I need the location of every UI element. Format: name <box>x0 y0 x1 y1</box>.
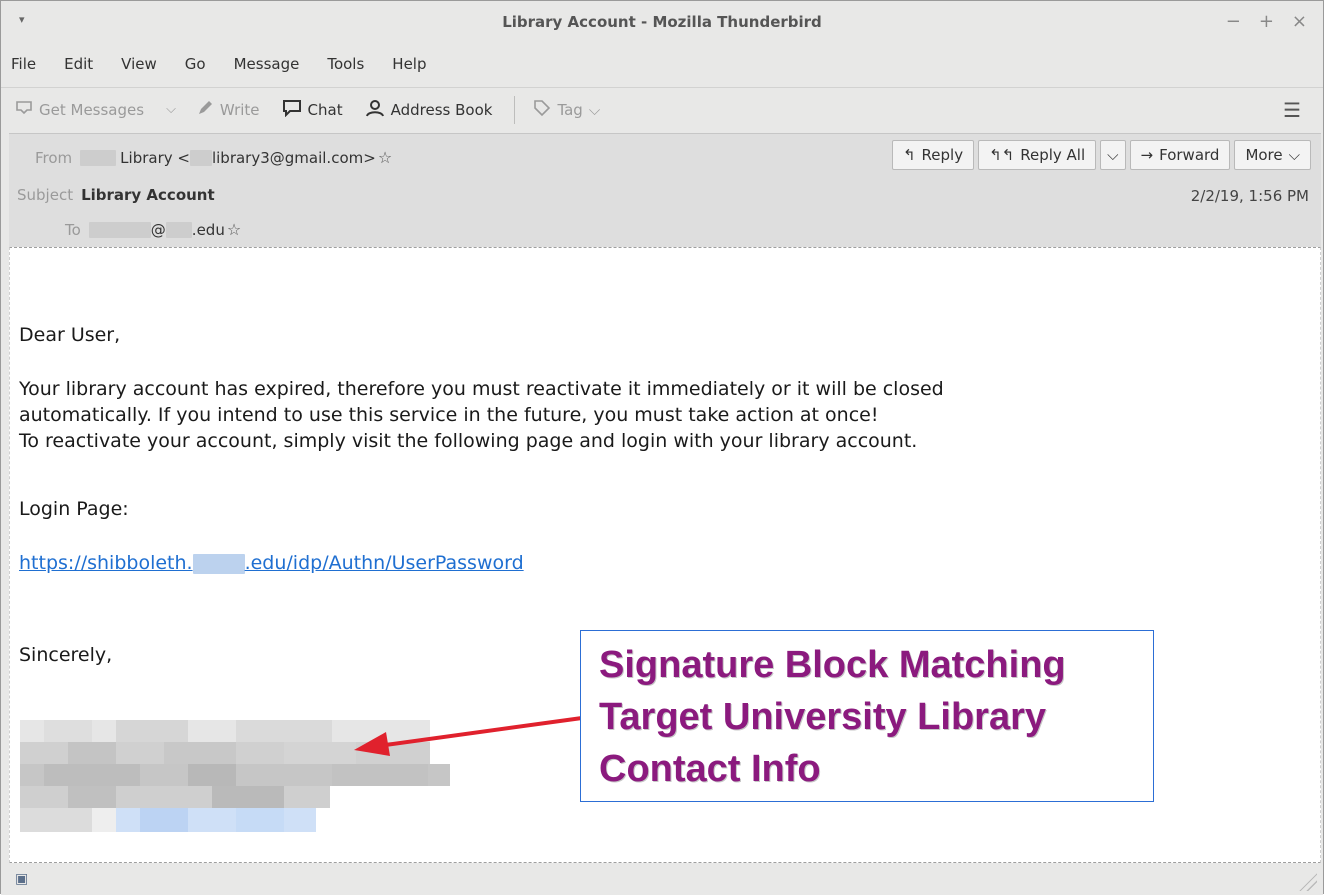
chevron-down-icon: ⌵ <box>588 100 601 119</box>
menu-bar: File Edit View Go Message Tools Help <box>1 47 453 81</box>
from-name[interactable]: Library < <box>120 149 190 167</box>
address-book-label: Address Book <box>390 100 493 119</box>
menu-view[interactable]: View <box>119 51 159 77</box>
more-button[interactable]: More ⌵ <box>1234 140 1311 170</box>
reply-label: Reply <box>921 146 964 164</box>
write-label: Write <box>219 100 260 119</box>
star-icon[interactable]: ☆ <box>378 148 392 167</box>
login-label: Login Page: <box>19 498 129 520</box>
window-title: Library Account - Mozilla Thunderbird <box>502 13 822 31</box>
annotation-line-1: Signature Block Matching <box>599 644 1066 686</box>
hamburger-menu-icon[interactable]: ☰ <box>1283 98 1301 122</box>
greeting: Dear User, <box>19 324 121 346</box>
tag-icon <box>533 99 551 121</box>
header-action-buttons: ↰ Reply ↰↰ Reply All ⌵ → Forward More ⌵ <box>891 140 1311 170</box>
login-link-prefix: https://shibboleth. <box>19 552 193 574</box>
chevron-down-icon: ⌵ <box>1288 146 1300 164</box>
maximize-button[interactable]: + <box>1259 11 1274 32</box>
reply-icon: ↰ <box>902 146 916 164</box>
message-body: Dear User, Your library account has expi… <box>9 247 1321 863</box>
to-at[interactable]: @ <box>151 221 166 239</box>
menu-message[interactable]: Message <box>232 51 302 77</box>
inbox-download-icon <box>15 99 33 121</box>
chat-bubble-icon <box>282 99 302 121</box>
main-toolbar: Get Messages ⌵ Write Chat Address Book T… <box>1 87 1323 131</box>
from-row: From Library < library3@gmail.com> ☆ <box>35 148 392 167</box>
from-label: From <box>35 148 73 167</box>
online-status-icon[interactable]: ▣ <box>15 871 28 887</box>
menu-help[interactable]: Help <box>390 51 428 77</box>
tag-label: Tag <box>557 100 583 119</box>
forward-arrow-icon: → <box>1140 146 1154 164</box>
subject-value: Library Account <box>81 186 215 204</box>
message-date: 2/2/19, 1:56 PM <box>1190 187 1309 205</box>
menu-file[interactable]: File <box>9 51 38 77</box>
window-menu-button[interactable]: ▾ <box>19 13 25 26</box>
to-label: To <box>65 220 81 239</box>
chevron-down-icon: ⌵ <box>1107 146 1119 164</box>
annotation-line-3: Contact Info <box>599 748 821 790</box>
menu-edit[interactable]: Edit <box>62 51 95 77</box>
body-line-2: automatically. If you intend to use this… <box>19 404 879 426</box>
subject-row: Subject Library Account <box>17 186 215 204</box>
write-button[interactable]: Write <box>196 99 260 121</box>
redacted-recipient-domain <box>165 221 192 238</box>
get-messages-label: Get Messages <box>39 100 145 119</box>
menu-go[interactable]: Go <box>183 51 208 77</box>
message-header: From Library < library3@gmail.com> ☆ Sub… <box>9 133 1321 247</box>
chat-button[interactable]: Chat <box>282 99 343 121</box>
signature-row-4 <box>20 786 330 808</box>
window-controls: − + × <box>1226 11 1307 32</box>
minimize-button[interactable]: − <box>1226 11 1241 32</box>
to-domain[interactable]: .edu <box>192 221 225 239</box>
closing: Sincerely, <box>19 644 113 666</box>
reply-button[interactable]: ↰ Reply <box>891 140 975 170</box>
more-label: More <box>1245 146 1283 164</box>
body-line-3: To reactivate your account, simply visit… <box>19 430 918 452</box>
get-messages-button[interactable]: Get Messages <box>15 99 144 121</box>
redacted-sender-name <box>80 149 117 166</box>
phishing-link[interactable]: https://shibboleth. .edu/idp/Authn/UserPa… <box>19 550 524 576</box>
forward-button[interactable]: → Forward <box>1129 140 1231 170</box>
subject-label: Subject <box>17 186 74 204</box>
signature-row-5 <box>20 808 316 832</box>
reply-all-button[interactable]: ↰↰ Reply All <box>978 140 1097 170</box>
thunderbird-window: ▾ Library Account - Mozilla Thunderbird … <box>0 0 1324 895</box>
reply-all-label: Reply All <box>1020 146 1086 164</box>
redacted-recipient-user <box>88 221 151 238</box>
login-link[interactable]: https://shibboleth. .edu/idp/Authn/UserPa… <box>19 552 524 574</box>
redacted-link-domain <box>192 553 245 574</box>
to-row: To @ .edu ☆ <box>65 220 241 239</box>
redacted-sender-prefix <box>189 149 212 166</box>
address-book-icon <box>365 99 385 121</box>
close-button[interactable]: × <box>1292 11 1307 32</box>
pencil-icon <box>196 99 214 121</box>
menu-tools[interactable]: Tools <box>325 51 366 77</box>
reply-all-dropdown[interactable]: ⌵ <box>1100 140 1126 170</box>
get-messages-dropdown[interactable]: ⌵ <box>166 102 176 117</box>
login-link-suffix: .edu/idp/Authn/UserPassword <box>244 552 524 574</box>
status-bar: ▣ <box>1 865 1323 895</box>
from-address[interactable]: library3@gmail.com> <box>212 149 376 167</box>
body-line-1: Your library account has expired, theref… <box>19 378 944 400</box>
star-icon[interactable]: ☆ <box>227 220 241 239</box>
address-book-button[interactable]: Address Book <box>365 99 493 121</box>
chat-label: Chat <box>307 100 343 119</box>
toolbar-separator <box>514 95 516 124</box>
resize-grip[interactable] <box>1299 873 1317 891</box>
reply-all-icon: ↰↰ <box>989 146 1015 164</box>
body-paragraph: Your library account has expired, theref… <box>19 376 944 454</box>
annotation-line-2: Target University Library <box>599 696 1047 738</box>
tag-button[interactable]: Tag ⌵ <box>533 99 600 121</box>
annotation-arrow <box>354 716 583 756</box>
title-bar: ▾ Library Account - Mozilla Thunderbird … <box>1 1 1323 43</box>
forward-label: Forward <box>1159 146 1220 164</box>
annotation-callout: Signature Block Matching Target Universi… <box>580 630 1154 802</box>
